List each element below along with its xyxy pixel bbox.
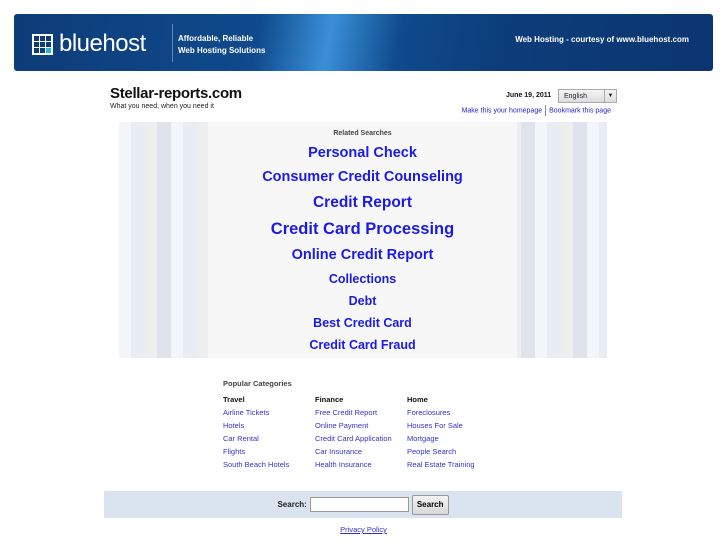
category-heading: Finance: [315, 395, 344, 404]
language-value: English: [564, 93, 587, 100]
category-link[interactable]: Hotels: [223, 421, 315, 434]
footer: Privacy Policy: [0, 525, 727, 534]
link-separator: [545, 105, 547, 116]
category-link[interactable]: Online Payment: [315, 421, 407, 434]
category-link[interactable]: South Beach Hotels: [223, 460, 315, 473]
privacy-policy-link[interactable]: Privacy Policy: [340, 525, 387, 534]
category-link[interactable]: Health Insurance: [315, 460, 407, 473]
date: June 19, 2011: [506, 92, 552, 99]
category-link[interactable]: Mortgage: [407, 434, 499, 447]
category-link[interactable]: People Search: [407, 447, 499, 460]
search-input[interactable]: [309, 497, 409, 512]
bluehost-logo: bluehost: [32, 30, 146, 58]
category-link[interactable]: Houses For Sale: [407, 421, 499, 434]
related-link[interactable]: Credit Card Processing: [208, 220, 517, 239]
language-select[interactable]: English ▼: [558, 89, 617, 103]
bookmark-link[interactable]: Bookmark this page: [549, 107, 611, 114]
related-link[interactable]: Personal Check: [208, 145, 517, 161]
category-link[interactable]: Car Rental: [223, 434, 315, 447]
tagline-line-1: Affordable, Reliable: [178, 34, 254, 43]
banner-divider: [172, 24, 173, 62]
related-link[interactable]: Credit Report: [208, 194, 517, 212]
banner-courtesy: Web Hosting - courtesy of www.bluehost.c…: [515, 35, 689, 44]
brand-light: blue: [59, 30, 103, 57]
related-link[interactable]: Online Credit Report: [208, 247, 517, 263]
category-link[interactable]: Airline Tickets: [223, 408, 315, 421]
tagline-line-2: Web Hosting Solutions: [178, 46, 266, 55]
site-title: Stellar-reports.com: [110, 85, 242, 102]
category-column-finance: Finance Free Credit Report Online Paymen…: [315, 395, 407, 473]
search-label: Search:: [277, 500, 307, 509]
related-link[interactable]: Consumer Credit Counseling: [208, 169, 517, 185]
banner-tagline: Affordable, Reliable Web Hosting Solution…: [178, 33, 265, 57]
top-links: Make this your homepage Bookmark this pag…: [462, 105, 611, 116]
category-column-home: Home Foreclosures Houses For Sale Mortga…: [407, 395, 499, 473]
chevron-down-icon[interactable]: ▼: [604, 90, 616, 102]
related-searches-panel: Related Searches Personal Check Consumer…: [119, 122, 607, 358]
category-link[interactable]: Flights: [223, 447, 315, 460]
category-link[interactable]: Car Insurance: [315, 447, 407, 460]
search-button[interactable]: Search: [411, 494, 449, 515]
site-subtitle: What you need, when you need it: [110, 103, 214, 110]
search-bar: Search: Search: [104, 491, 622, 518]
brand-bold: host: [102, 30, 146, 57]
category-link[interactable]: Foreclosures: [407, 408, 499, 421]
related-link[interactable]: Credit Card Fraud: [208, 338, 517, 352]
related-link[interactable]: Best Credit Card: [208, 316, 517, 330]
related-searches-label: Related Searches: [333, 130, 392, 137]
category-link[interactable]: Real Estate Training: [407, 460, 499, 473]
category-heading: Home: [407, 395, 428, 404]
logo-grid-icon: [32, 33, 53, 55]
make-homepage-link[interactable]: Make this your homepage: [462, 107, 543, 114]
popular-categories-title: Popular Categories: [223, 379, 292, 388]
related-link[interactable]: Debt: [208, 294, 517, 308]
category-link[interactable]: Credit Card Application: [315, 434, 407, 447]
bluehost-banner[interactable]: bluehost Affordable, Reliable Web Hosting…: [14, 14, 713, 71]
category-link[interactable]: Free Credit Report: [315, 408, 407, 421]
category-heading: Travel: [223, 395, 245, 404]
popular-categories: Popular Categories Travel Airline Ticket…: [223, 379, 475, 469]
related-link[interactable]: Collections: [208, 272, 517, 286]
category-column-travel: Travel Airline Tickets Hotels Car Rental…: [223, 395, 315, 473]
